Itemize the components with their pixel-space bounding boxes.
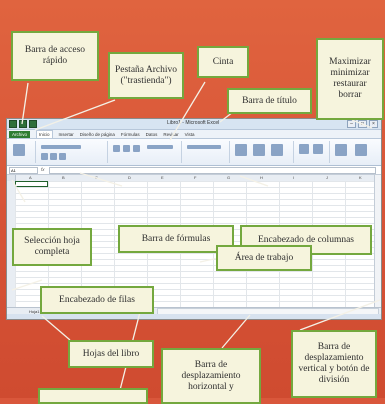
tab-data[interactable]: Datos (146, 132, 158, 137)
callout-v-scroll: Barra de desplazamiento vertical y botón… (291, 330, 377, 398)
align-center-icon[interactable] (123, 145, 130, 152)
tab-review[interactable]: Revisar (163, 132, 178, 137)
minimize-button[interactable]: – (347, 120, 356, 128)
conditional-format-icon[interactable] (235, 144, 247, 156)
title-bar: Libro1 - Microsoft Excel – □ × (7, 119, 381, 130)
callout-quick-access: Barra de acceso rápido (11, 31, 99, 81)
tab-insert[interactable]: Insertar (59, 132, 74, 137)
name-box[interactable]: A1 (9, 167, 38, 174)
ribbon-tabs: Archivo Inicio Insertar Diseño de página… (7, 130, 381, 139)
ribbon-group-clipboard (9, 141, 36, 163)
undo-icon[interactable] (29, 120, 37, 128)
ribbon-group-cells (295, 141, 330, 163)
window-controls: – □ × (347, 120, 378, 128)
callout-file-tab: Pestaña Archivo ("trastienda") (108, 52, 184, 99)
callout-sheet-tabs: Hojas del libro (68, 340, 154, 368)
formula-bar: A1 fx (7, 166, 381, 175)
insert-cells-icon[interactable] (299, 144, 309, 154)
table-format-icon[interactable] (253, 144, 265, 156)
maximize-button[interactable]: □ (358, 120, 367, 128)
active-cell[interactable] (15, 181, 48, 187)
bold-icon[interactable] (41, 153, 48, 160)
cell-styles-icon[interactable] (271, 144, 283, 156)
wrap-text-icon[interactable] (147, 145, 173, 149)
vertical-scrollbar[interactable] (374, 175, 381, 307)
tab-page-layout[interactable]: Diseño de página (80, 132, 115, 137)
tab-file[interactable]: Archivo (9, 130, 31, 138)
excel-logo-icon (9, 120, 17, 128)
align-left-icon[interactable] (113, 145, 120, 152)
sort-filter-icon[interactable] (335, 144, 347, 156)
fx-icon[interactable]: fx (41, 167, 45, 172)
callout-window-controls: Maximizar minimizar restaurar borrar (316, 38, 384, 120)
italic-icon[interactable] (50, 153, 57, 160)
paste-icon[interactable] (13, 144, 25, 156)
ribbon-group-editing (331, 141, 377, 163)
document-title: Libro1 - Microsoft Excel (167, 120, 220, 126)
callout-title-bar: Barra de título (227, 88, 312, 114)
find-select-icon[interactable] (355, 144, 367, 156)
callout-h-scroll: Barra de desplazamiento horizontal y (161, 348, 261, 404)
tab-view[interactable]: Vista (185, 132, 195, 137)
tab-home[interactable]: Inicio (36, 130, 53, 138)
ribbon-group-number (183, 141, 230, 163)
callout-select-all: Selección hoja completa (12, 228, 92, 266)
number-format-icon[interactable] (187, 145, 221, 149)
callout-bottom-partial (38, 388, 148, 404)
ribbon-group-styles (231, 141, 294, 163)
align-right-icon[interactable] (133, 145, 140, 152)
callout-ribbon: Cinta (197, 46, 249, 78)
ribbon-group-alignment (109, 141, 182, 163)
underline-icon[interactable] (59, 153, 66, 160)
status-bar (7, 314, 381, 319)
callout-row-headers: Encabezado de filas (40, 286, 154, 314)
font-select-icon[interactable] (41, 145, 81, 149)
save-icon[interactable] (19, 120, 27, 128)
quick-access-toolbar (9, 120, 37, 128)
callout-work-area: Área de trabajo (216, 245, 312, 271)
ribbon-group-font (37, 141, 108, 163)
ribbon (7, 139, 381, 166)
tab-formulas[interactable]: Fórmulas (121, 132, 140, 137)
formula-input[interactable] (49, 167, 376, 174)
close-button[interactable]: × (369, 120, 378, 128)
delete-cells-icon[interactable] (313, 144, 323, 154)
